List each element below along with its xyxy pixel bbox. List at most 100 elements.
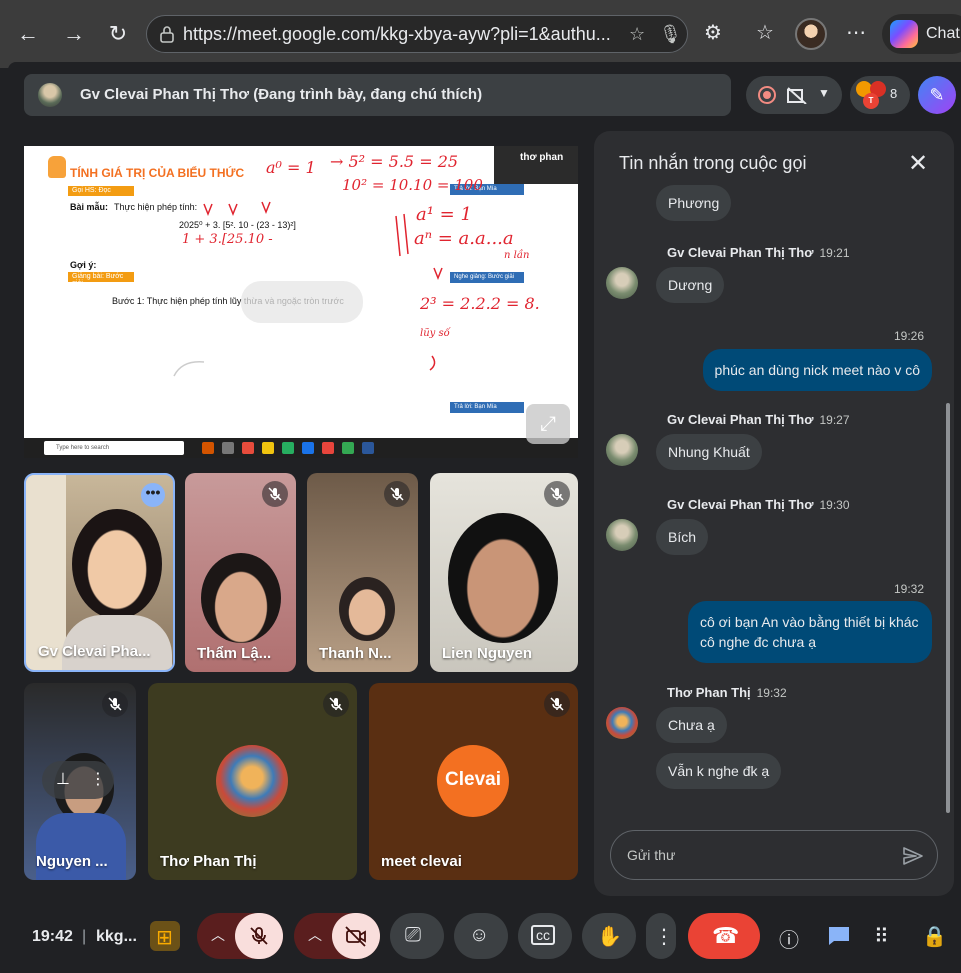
chat-message: Phương bbox=[656, 185, 732, 221]
more-vert-icon[interactable]: ⋮ bbox=[90, 769, 106, 789]
captions-button[interactable]: cc bbox=[518, 913, 572, 959]
sender-avatar bbox=[606, 519, 638, 551]
favorite-star-icon[interactable]: ☆ bbox=[629, 24, 645, 45]
chat-input-box[interactable] bbox=[610, 830, 938, 880]
chat-scrollbar[interactable] bbox=[946, 403, 950, 813]
emoji-icon: ☺ bbox=[469, 924, 490, 946]
message-time: 19:21 bbox=[819, 246, 850, 260]
message-sender: Gv Clevai Phan Thị Thơ 19:27 bbox=[667, 412, 850, 427]
message-sender: Gv Clevai Phan Thị Thơ 19:21 bbox=[667, 245, 850, 260]
more-options-icon[interactable]: ••• bbox=[141, 483, 165, 507]
annotation-toolbar-ghost bbox=[241, 281, 363, 323]
reload-icon[interactable]: ↻ bbox=[102, 18, 134, 50]
record-icon[interactable] bbox=[758, 86, 776, 104]
site-info-icon[interactable] bbox=[159, 25, 175, 43]
message-time: 19:27 bbox=[819, 413, 850, 427]
leave-call-button[interactable]: ☎ bbox=[688, 913, 760, 959]
back-icon[interactable]: ← bbox=[12, 18, 44, 50]
meeting-info-icon[interactable]: ⓘ bbox=[779, 924, 799, 953]
message-time: 19:32 bbox=[756, 686, 787, 700]
activities-grid-icon[interactable]: ⠿ bbox=[874, 924, 889, 949]
taskbar-search: Type here to search bbox=[44, 441, 184, 455]
expand-icon[interactable]: ⤢ bbox=[526, 404, 570, 444]
url-text[interactable]: https://meet.google.com/kkg-xbya-ayw?pli… bbox=[183, 24, 618, 45]
meeting-clock: 19:42 bbox=[32, 928, 73, 945]
pin-icon[interactable]: ⊥ bbox=[56, 769, 70, 789]
copilot-label: Chat bbox=[926, 25, 960, 42]
sender-name: Gv Clevai Phan Thị Thơ bbox=[667, 412, 814, 427]
favorites-icon[interactable]: ☆ bbox=[756, 20, 774, 45]
extensions-icon[interactable]: ⚙ bbox=[704, 20, 722, 45]
address-bar[interactable]: https://meet.google.com/kkg-xbya-ayw?pli… bbox=[146, 15, 688, 53]
effects-button[interactable]: ✎ bbox=[918, 76, 956, 114]
sender-avatar bbox=[606, 267, 638, 299]
windows-taskbar: Type here to search bbox=[24, 438, 578, 458]
message-sender: Gv Clevai Phan Thị Thơ 19:30 bbox=[667, 497, 850, 512]
participant-tile[interactable]: ⊥ ⋮ Nguyen ... bbox=[24, 683, 136, 880]
copilot-icon bbox=[890, 20, 918, 48]
recording-controls[interactable]: ▼ bbox=[746, 76, 842, 114]
send-icon[interactable] bbox=[901, 844, 925, 868]
mic-off-button[interactable] bbox=[235, 913, 283, 959]
chevron-up-icon[interactable]: ︿ bbox=[308, 925, 322, 945]
meeting-code: kkg... bbox=[96, 928, 137, 945]
present-screen-icon: ⎚ bbox=[405, 924, 421, 946]
chevron-down-icon[interactable]: ▼ bbox=[818, 86, 830, 100]
participant-tile[interactable]: Thanh N... bbox=[307, 473, 418, 672]
muted-mic-icon bbox=[262, 481, 288, 507]
chat-input[interactable] bbox=[627, 843, 887, 867]
tile-hover-controls[interactable]: ⊥ ⋮ bbox=[42, 761, 114, 799]
chat-message: Nhung Khuất bbox=[656, 434, 762, 470]
participant-face bbox=[72, 509, 162, 619]
companion-mode-icon[interactable]: ⊞ bbox=[156, 925, 173, 950]
chat-message-sent: cô ơi bạn An vào bằng thiết bị khác cô n… bbox=[688, 601, 932, 663]
taskbar-app-icon bbox=[302, 442, 314, 454]
close-icon[interactable]: ✕ bbox=[908, 149, 928, 178]
message-sender: Thơ Phan Thị 19:32 bbox=[667, 685, 787, 700]
sender-name: Gv Clevai Phan Thị Thơ bbox=[667, 245, 814, 260]
taskbar-app-icon bbox=[202, 442, 214, 454]
participant-face bbox=[448, 513, 558, 643]
host-controls-icon[interactable]: 🔒 bbox=[922, 924, 947, 949]
muted-mic-icon bbox=[544, 481, 570, 507]
forward-icon[interactable]: → bbox=[58, 18, 90, 50]
muted-mic-icon bbox=[323, 691, 349, 717]
presenter-avatar bbox=[38, 83, 62, 107]
camera-off-button[interactable] bbox=[332, 913, 380, 959]
presenting-label: Gv Clevai Phan Thị Thơ (Đang trình bày, … bbox=[80, 86, 483, 103]
participant-tile[interactable]: Lien Nguyen bbox=[430, 473, 578, 672]
participant-tile[interactable]: Thẩm Lậ... bbox=[185, 473, 296, 672]
participant-name: Lien Nguyen bbox=[442, 645, 533, 662]
participant-name: Thơ Phan Thị bbox=[160, 853, 257, 870]
chat-icon[interactable] bbox=[827, 925, 851, 947]
participant-tile[interactable]: Clevai meet clevai bbox=[369, 683, 578, 880]
mic-control-group[interactable]: ︿ bbox=[197, 913, 283, 959]
camera-control-group[interactable]: ︿ bbox=[294, 913, 380, 959]
participant-count: 8 bbox=[890, 86, 898, 101]
chat-message: Dương bbox=[656, 267, 725, 303]
mic-icon[interactable]: 🎙 bbox=[659, 24, 682, 45]
participant-tile[interactable]: ••• Gv Clevai Pha... bbox=[24, 473, 175, 672]
taskbar-app-icon bbox=[282, 442, 294, 454]
more-menu-icon[interactable]: ⋯ bbox=[846, 20, 866, 45]
present-button[interactable]: ⎚ bbox=[390, 913, 444, 959]
taskbar-app-icon bbox=[262, 442, 274, 454]
more-options-button[interactable]: ⋮ bbox=[646, 913, 676, 959]
participant-tile[interactable]: Thơ Phan Thị bbox=[148, 683, 357, 880]
raise-hand-button[interactable]: ✋ bbox=[582, 913, 636, 959]
copilot-button[interactable]: Chat bbox=[882, 14, 961, 54]
people-button[interactable]: T 8 bbox=[850, 76, 910, 114]
chat-message: Bích bbox=[656, 519, 709, 555]
captions-icon: cc bbox=[531, 925, 555, 945]
taskbar-app-icon bbox=[362, 442, 374, 454]
message-time: 19:30 bbox=[819, 498, 850, 512]
chevron-up-icon[interactable]: ︿ bbox=[211, 925, 225, 945]
participant-name: Nguyen ... bbox=[36, 853, 108, 870]
sender-name: Gv Clevai Phan Thị Thơ bbox=[667, 497, 814, 512]
chat-message-sent: phúc an dùng nick meet nào v cô bbox=[702, 349, 932, 391]
reactions-button[interactable]: ☺ bbox=[454, 913, 508, 959]
chat-message: Vẫn k nghe đk ạ bbox=[656, 753, 782, 789]
no-captions-icon[interactable] bbox=[786, 86, 808, 104]
profile-avatar[interactable] bbox=[795, 18, 827, 50]
participant-mini-avatar: T bbox=[863, 93, 879, 109]
